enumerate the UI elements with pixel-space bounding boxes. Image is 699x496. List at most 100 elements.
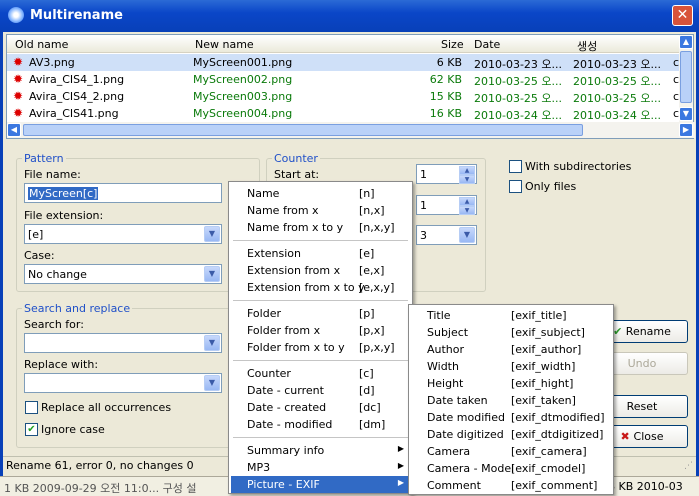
pattern-group-label: Pattern	[22, 152, 66, 165]
case-select[interactable]: No change ▼	[24, 264, 222, 284]
file-list[interactable]: Old name New name Size Date 생성 ✹ AV3.png…	[6, 34, 695, 139]
title-bar: Multirename ✕	[0, 0, 699, 32]
replace-all-checkbox[interactable]	[25, 401, 38, 414]
menu-item-summary-info[interactable]: Summary info ▶	[231, 442, 410, 459]
subdirectories-checkbox[interactable]	[509, 160, 522, 173]
digits-select[interactable]: 3 ▼	[416, 225, 477, 245]
window-title: Multirename	[30, 8, 123, 23]
column-size[interactable]: Size	[441, 38, 464, 51]
table-row[interactable]: ✹ Avira_CIS41.png MyScreen004.png 16 KB …	[7, 105, 681, 122]
submenu-item-date-digitized[interactable]: Date digitized [exif_dtdigitized]	[411, 426, 611, 443]
file-name-combo[interactable]: MyScreen[c]	[24, 183, 222, 203]
submenu-item-subject[interactable]: Subject [exif_subject]	[411, 324, 611, 341]
placeholder-menu[interactable]: Name [n] Name from x [n,x] Name from x to …	[228, 181, 413, 494]
counter-group-label: Counter	[272, 152, 320, 165]
menu-item-picture-exif[interactable]: Picture - EXIF ▶	[231, 476, 410, 493]
status-text: Rename 61, error 0, no changes 0	[6, 459, 194, 472]
vertical-scrollbar[interactable]: ▲ ▼	[679, 35, 693, 122]
search-for-combo[interactable]: ▼	[24, 333, 222, 353]
search-replace-label: Search and replace	[22, 302, 133, 315]
submenu-item-height[interactable]: Height [exif_hight]	[411, 375, 611, 392]
submenu-item-camera-model[interactable]: Camera - Model [exif_cmodel]	[411, 460, 611, 477]
column-new-name[interactable]: New name	[195, 38, 254, 51]
menu-item-date-created[interactable]: Date - created [dc]	[231, 399, 410, 416]
chevron-down-icon[interactable]: ▼	[459, 227, 475, 243]
scroll-up-icon[interactable]: ▲	[679, 35, 693, 49]
menu-item-mp3[interactable]: MP3 ▶	[231, 459, 410, 476]
search-for-label: Search for:	[24, 318, 84, 331]
table-row[interactable]: ✹ Avira_CIS4_2.png MyScreen003.png 15 KB…	[7, 88, 681, 105]
scroll-right-icon[interactable]: ▶	[679, 123, 693, 137]
menu-separator	[233, 240, 408, 241]
list-header: Old name New name Size Date 생성	[7, 35, 681, 53]
menu-separator	[233, 437, 408, 438]
menu-item-folder-from-x[interactable]: Folder from x [p,x]	[231, 322, 410, 339]
menu-item-name-from-x-to-y[interactable]: Name from x to y [n,x,y]	[231, 219, 410, 236]
chevron-down-icon[interactable]: ▼	[204, 266, 220, 282]
file-bug-icon: ✹	[13, 72, 24, 86]
submenu-item-date-taken[interactable]: Date taken [exif_taken]	[411, 392, 611, 409]
spinner-arrows-icon[interactable]: ▲ ▼	[459, 166, 475, 184]
background-row-left: 1 KB 2009-09-29 오전 11:0... 구성 설	[4, 482, 197, 495]
menu-item-folder[interactable]: Folder [p]	[231, 305, 410, 322]
submenu-arrow-icon: ▶	[397, 444, 404, 453]
spinner-arrows-icon[interactable]: ▲ ▼	[459, 197, 475, 215]
subdirectories-label: With subdirectories	[525, 160, 632, 173]
horizontal-scroll-thumb[interactable]	[23, 124, 583, 136]
file-name-value: MyScreen[c]	[28, 187, 99, 200]
replace-all-label: Replace all occurrences	[41, 401, 172, 414]
start-at-spinner[interactable]: 1 ▲ ▼	[416, 164, 477, 184]
replace-with-label: Replace with:	[24, 358, 99, 371]
chevron-down-icon[interactable]: ▼	[204, 375, 220, 391]
case-value: No change	[28, 268, 87, 281]
ignore-case-checkbox[interactable]: ✔	[25, 423, 38, 436]
file-bug-icon: ✹	[13, 89, 24, 103]
resize-grip-icon[interactable]: ⋰	[684, 461, 693, 471]
table-row[interactable]: ✹ AV3.png MyScreen001.png 6 KB 2010-03-2…	[7, 54, 681, 71]
scroll-left-icon[interactable]: ◀	[7, 123, 21, 137]
menu-separator	[233, 300, 408, 301]
ignore-case-label: Ignore case	[41, 423, 105, 436]
menu-item-name-from-x[interactable]: Name from x [n,x]	[231, 202, 410, 219]
table-row[interactable]: ✹ Avira_CIS4_1.png MyScreen002.png 62 KB…	[7, 71, 681, 88]
vertical-scroll-thumb[interactable]	[680, 51, 692, 103]
step-spinner[interactable]: 1 ▲ ▼	[416, 195, 477, 215]
menu-item-date-modified[interactable]: Date - modified [dm]	[231, 416, 410, 433]
menu-item-date-current[interactable]: Date - current [d]	[231, 382, 410, 399]
case-label: Case:	[24, 249, 55, 262]
chevron-down-icon[interactable]: ▼	[204, 226, 220, 242]
close-window-button[interactable]: ✕	[672, 5, 693, 26]
scroll-down-icon[interactable]: ▼	[679, 107, 693, 121]
only-files-label: Only files	[525, 180, 577, 193]
menu-separator	[233, 360, 408, 361]
close-x-icon: ✖	[620, 430, 634, 443]
horizontal-scrollbar[interactable]: ◀ ▶	[7, 122, 695, 138]
file-extension-label: File extension:	[24, 209, 104, 222]
menu-item-counter[interactable]: Counter [c]	[231, 365, 410, 382]
replace-with-combo[interactable]: ▼	[24, 373, 222, 393]
menu-item-name[interactable]: Name [n]	[231, 185, 410, 202]
menu-item-extension[interactable]: Extension [e]	[231, 245, 410, 262]
background-row-right: 8 KB 2010-03	[608, 480, 683, 493]
column-date[interactable]: Date	[474, 38, 500, 51]
file-bug-icon: ✹	[13, 55, 24, 69]
submenu-arrow-icon: ▶	[397, 478, 404, 487]
file-name-label: File name:	[24, 168, 81, 181]
submenu-item-author[interactable]: Author [exif_author]	[411, 341, 611, 358]
submenu-item-width[interactable]: Width [exif_width]	[411, 358, 611, 375]
menu-item-folder-from-x-to-y[interactable]: Folder from x to y [p,x,y]	[231, 339, 410, 356]
exif-submenu[interactable]: Title [exif_title] Subject [exif_subject] …	[408, 304, 614, 495]
only-files-checkbox[interactable]	[509, 180, 522, 193]
menu-item-extension-from-x-to-y[interactable]: Extension from x to y [e,x,y]	[231, 279, 410, 296]
submenu-item-comment[interactable]: Comment [exif_comment]	[411, 477, 611, 494]
column-old-name[interactable]: Old name	[15, 38, 68, 51]
check-icon: ✔	[613, 325, 626, 338]
file-extension-combo[interactable]: [e] ▼	[24, 224, 222, 244]
submenu-item-camera[interactable]: Camera [exif_camera]	[411, 443, 611, 460]
column-created[interactable]: 생성	[577, 38, 597, 54]
app-icon	[8, 7, 24, 23]
submenu-item-date-modified[interactable]: Date modified [exif_dtmodified]	[411, 409, 611, 426]
submenu-item-title[interactable]: Title [exif_title]	[411, 307, 611, 324]
chevron-down-icon[interactable]: ▼	[204, 335, 220, 351]
menu-item-extension-from-x[interactable]: Extension from x [e,x]	[231, 262, 410, 279]
